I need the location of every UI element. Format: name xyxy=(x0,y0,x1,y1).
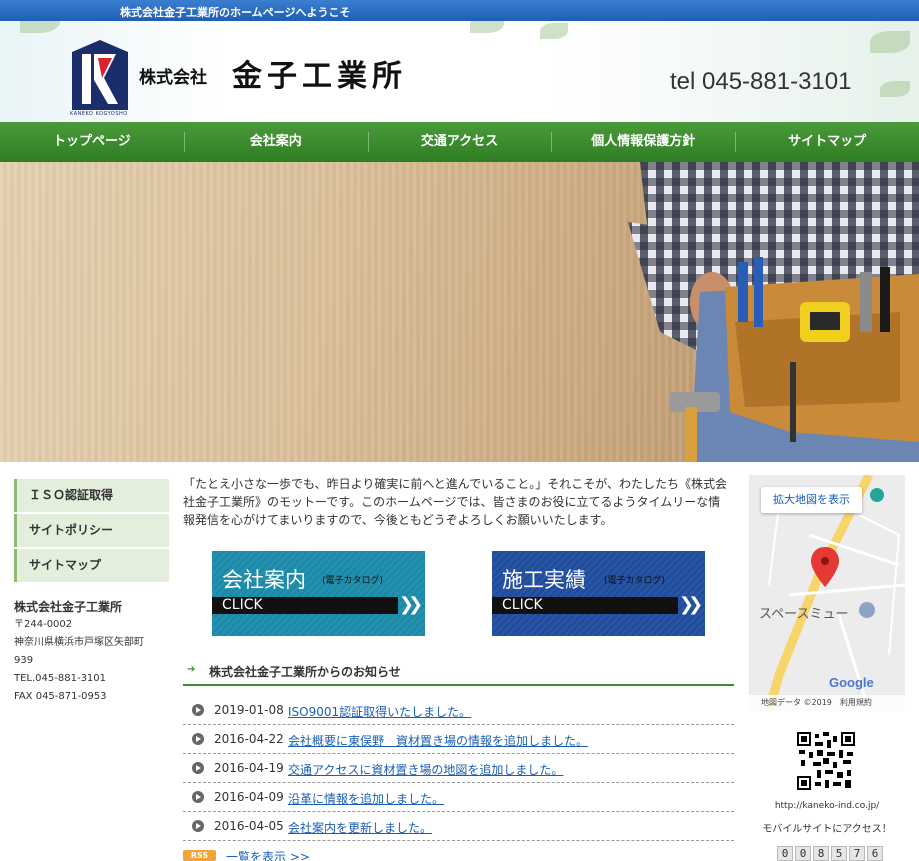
header-phone: tel 045-881-3101 xyxy=(670,68,852,95)
company-info: 株式会社金子工業所 〒244-0002 神奈川県横浜市戸塚区矢部町 939 TE… xyxy=(14,598,174,706)
counter-digit: 7 xyxy=(849,846,865,861)
news-list: 2019-01-08 ISO9001認証取得いたしました。 2016-04-22… xyxy=(183,696,734,841)
company-catalog-banner[interactable]: 会社案内 (電子カタログ) CLICK ❯❯ xyxy=(212,551,425,636)
news-date: 2016-04-19 xyxy=(214,761,284,775)
counter-digit: 6 xyxy=(867,846,883,861)
company-info-tel: TEL.045-881-3101 xyxy=(14,673,107,684)
side-item-sitemap[interactable]: サイトマップ xyxy=(14,549,169,582)
enlarge-map-button[interactable]: 拡大地図を表示 xyxy=(761,487,862,513)
news-link[interactable]: 沿革に情報を追加しました。 xyxy=(288,790,444,807)
double-chevron-icon: ❯❯ xyxy=(679,594,703,615)
news-date: 2019-01-08 xyxy=(214,703,284,717)
list-item: 2019-01-08 ISO9001認証取得いたしました。 xyxy=(183,696,734,725)
banner-subtitle: (電子カタログ) xyxy=(604,576,666,586)
rss-icon[interactable]: RSS xyxy=(183,850,216,861)
nav-item-top[interactable]: トップページ xyxy=(0,122,184,162)
double-chevron-icon: ❯❯ xyxy=(399,594,423,615)
site-header: KANEKO KOGYOSHO 株式会社 金子工業所 tel 045-881-3… xyxy=(0,21,919,122)
google-map[interactable]: 拡大地図を表示 スペースミュー Google 地図データ ©2019 利用規約 xyxy=(749,475,905,711)
company-name: 金子工業所 xyxy=(232,59,407,94)
play-circle-icon xyxy=(192,733,204,745)
map-attribution[interactable]: 地図データ ©2019 利用規約 xyxy=(749,695,905,711)
news-heading-title: 株式会社金子工業所からのお知らせ xyxy=(209,665,401,679)
leaf-decoration xyxy=(540,23,568,39)
leaf-decoration xyxy=(470,21,504,33)
banner-click-label: CLICK xyxy=(502,597,543,613)
leaf-decoration xyxy=(870,31,910,53)
list-item: 2016-04-19 交通アクセスに資材置き場の地図を追加しました。 xyxy=(183,754,734,783)
mobile-site-text: モバイルサイトにアクセス！ xyxy=(762,824,892,835)
side-item-iso[interactable]: ＩＳＯ認証取得 xyxy=(14,479,169,512)
banner-click-label: CLICK xyxy=(222,597,263,613)
company-info-name: 株式会社金子工業所 xyxy=(14,600,123,614)
news-link[interactable]: 会社概要に東俣野 資材置き場の情報を追加しました。 xyxy=(288,732,588,749)
company-info-fax: FAX 045-871-0953 xyxy=(14,691,107,702)
news-link[interactable]: 会社案内を更新しました。 xyxy=(288,819,432,836)
intro-text: 「たとえ小さな一歩でも、昨日より確実に前へと進んでいること。」それこそが、わたし… xyxy=(183,477,727,527)
map-place-label: スペースミュー xyxy=(759,607,849,622)
chevron-right-icon: ➔ xyxy=(187,664,196,675)
news-link[interactable]: ISO9001認証取得いたしました。 xyxy=(288,703,471,720)
hero-image xyxy=(0,162,919,462)
nav-item-sitemap[interactable]: サイトマップ xyxy=(735,122,919,162)
counter-digit: 0 xyxy=(795,846,811,861)
play-circle-icon xyxy=(192,791,204,803)
list-item: 2016-04-22 会社概要に東俣野 資材置き場の情報を追加しました。 xyxy=(183,725,734,754)
company-info-address: 神奈川県横浜市戸塚区矢部町 xyxy=(14,637,144,648)
banner-title: 施工実績 xyxy=(502,568,586,592)
side-item-policy[interactable]: サイトポリシー xyxy=(14,514,169,547)
news-date: 2016-04-22 xyxy=(214,732,284,746)
nav-item-access[interactable]: 交通アクセス xyxy=(367,122,552,162)
news-link[interactable]: 交通アクセスに資材置き場の地図を追加しました。 xyxy=(288,761,563,778)
nav-item-privacy[interactable]: 個人情報保護方針 xyxy=(551,122,735,162)
counter-digit: 0 xyxy=(777,846,793,861)
welcome-text: 株式会社金子工業所のホームページへようこそ xyxy=(120,6,351,19)
company-logo-icon[interactable] xyxy=(72,40,128,110)
welcome-bar: 株式会社金子工業所のホームページへようこそ xyxy=(0,0,919,21)
play-circle-icon xyxy=(192,820,204,832)
works-catalog-banner[interactable]: 施工実績 (電子カタログ) CLICK ❯❯ xyxy=(492,551,705,636)
company-info-address-2: 939 xyxy=(14,655,34,666)
all-news-link[interactable]: 一覧を表示 >> xyxy=(226,848,310,861)
list-item: 2016-04-05 会社案内を更新しました。 xyxy=(183,812,734,841)
google-logo: Google xyxy=(829,675,874,690)
visitor-counter: 0 0 8 5 7 6 xyxy=(777,846,883,861)
banner-subtitle: (電子カタログ) xyxy=(322,576,384,586)
qr-code-icon xyxy=(797,732,855,790)
logo-subtext: KANEKO KOGYOSHO xyxy=(70,111,128,117)
worker-illustration xyxy=(628,162,919,462)
global-nav: トップページ 会社案内 交通アクセス 個人情報保護方針 サイトマップ xyxy=(0,122,919,162)
leaf-decoration xyxy=(880,81,910,97)
play-circle-icon xyxy=(192,762,204,774)
company-prefix: 株式会社 xyxy=(139,68,207,88)
leaf-decoration xyxy=(20,21,60,33)
counter-digit: 8 xyxy=(813,846,829,861)
banner-title: 会社案内 xyxy=(222,568,306,592)
list-item: 2016-04-09 沿革に情報を追加しました。 xyxy=(183,783,734,812)
play-circle-icon xyxy=(192,704,204,716)
counter-digit: 5 xyxy=(831,846,847,861)
company-info-zip: 〒244-0002 xyxy=(14,619,73,630)
mobile-url: http://kaneko-ind.co.jp/ xyxy=(774,801,880,811)
side-menu: ＩＳＯ認証取得 サイトポリシー サイトマップ xyxy=(14,479,169,584)
nav-item-company[interactable]: 会社案内 xyxy=(183,122,368,162)
news-date: 2016-04-05 xyxy=(214,819,284,833)
news-date: 2016-04-09 xyxy=(214,790,284,804)
news-heading: ➔ 株式会社金子工業所からのお知らせ xyxy=(183,656,734,686)
